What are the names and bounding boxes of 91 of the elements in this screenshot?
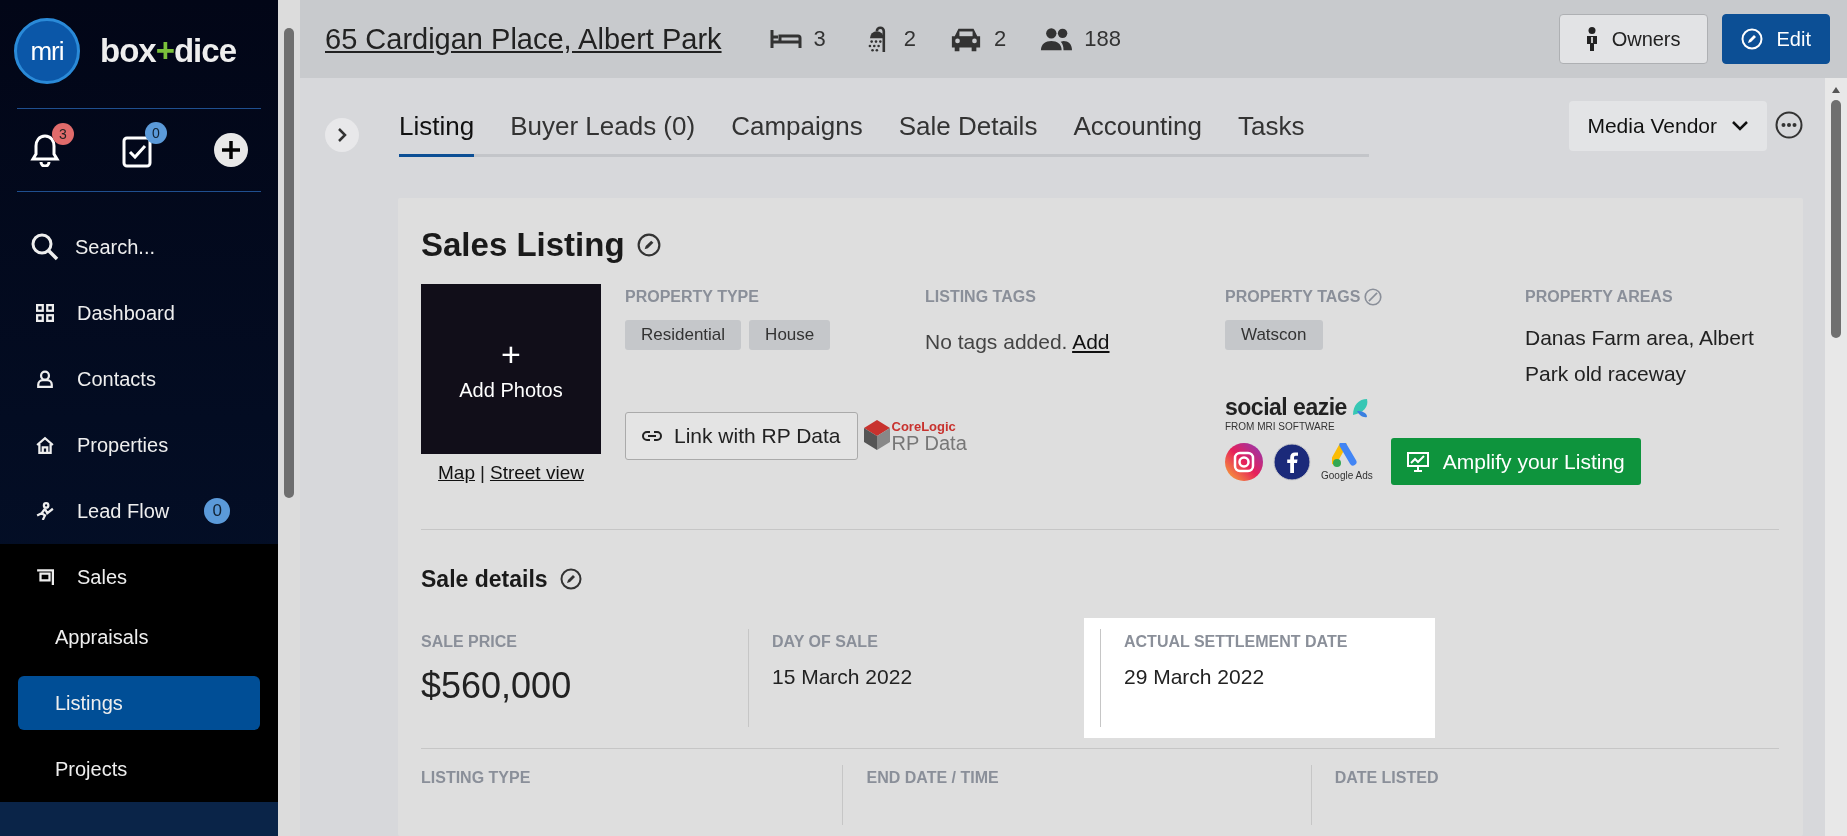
nav-item[interactable]: Lead Flow 0 — [0, 478, 278, 544]
nav-subitem[interactable]: Projects — [18, 742, 260, 796]
field-label: PROPERTY TYPE — [625, 288, 760, 306]
field-label: PROPERTY TAGS — [1225, 288, 1361, 306]
scroll-up-icon[interactable] — [1831, 86, 1841, 94]
tag-chip: Watscon — [1225, 320, 1323, 350]
edit-pencil-icon — [1740, 28, 1763, 50]
add-icon[interactable] — [214, 133, 248, 167]
corelogic-logo: CoreLogic RP Data — [863, 419, 967, 453]
edit-pencil-icon[interactable] — [559, 568, 582, 590]
nav-label: Search... — [75, 235, 156, 259]
scrollbar[interactable] — [1825, 78, 1847, 836]
stat-count: 2 — [994, 26, 1007, 52]
stat-count: 3 — [813, 26, 826, 52]
google-ads-logo: Google Ads — [1321, 442, 1373, 481]
tag-chip: Residential — [625, 320, 742, 350]
grid-icon — [36, 304, 54, 322]
field-value: 29 March 2022 — [1124, 665, 1266, 689]
running-person-icon — [36, 502, 54, 520]
nav-label: Sales — [77, 565, 128, 589]
nav-label: Properties — [77, 433, 169, 457]
nav-item[interactable]: Properties — [0, 412, 278, 478]
scrollbar-thumb[interactable] — [284, 28, 294, 498]
sign-icon — [36, 568, 54, 586]
link-rp-data-button[interactable]: Link with RP Data — [625, 412, 858, 460]
nav-subitem[interactable]: Appraisals — [18, 610, 260, 664]
field-label: LISTING TAGS — [925, 288, 1037, 306]
nav-subitem[interactable]: Listings — [18, 676, 260, 730]
add-tag-link[interactable]: Add — [1072, 330, 1110, 353]
tab[interactable]: Listing — [399, 103, 475, 157]
instagram-icon[interactable] — [1225, 442, 1263, 481]
street-view-link[interactable]: Street view — [489, 462, 584, 484]
count-badge: 0 — [204, 498, 231, 524]
separator: | — [480, 462, 485, 484]
tab[interactable]: Buyer Leads (0) — [510, 103, 696, 157]
owners-button[interactable]: Owners — [1558, 14, 1708, 64]
people-icon — [1040, 26, 1073, 52]
field-value: $560,000 — [421, 665, 572, 707]
field-label: DAY OF SALE — [772, 633, 879, 651]
tab[interactable]: Sale Details — [898, 103, 1038, 157]
field-label: LISTING TYPE — [421, 769, 532, 787]
link-icon — [642, 430, 662, 442]
field-label: END DATE / TIME — [866, 769, 1000, 787]
nav-item[interactable]: Dashboard — [0, 280, 278, 346]
nav-item[interactable]: Contacts — [0, 346, 278, 412]
address-link[interactable]: 65 Cardigan Place, Albert Park — [325, 22, 722, 56]
tab[interactable]: Accounting — [1073, 103, 1203, 157]
role-dropdown[interactable]: Media Vendor — [1569, 101, 1767, 151]
person-icon — [36, 370, 54, 388]
nav-item[interactable]: Sales — [0, 544, 278, 610]
nav-label: Dashboard — [77, 301, 175, 325]
nav-label: Contacts — [77, 367, 156, 391]
social-eazie-logo: social eazie FROM MRI SOFTWARE — [1225, 394, 1371, 432]
scrollbar[interactable] — [278, 0, 300, 836]
section-title: Sale details — [421, 565, 548, 593]
notification-badge: 3 — [52, 123, 74, 145]
chevron-down-icon — [1731, 120, 1749, 132]
task-badge: 0 — [145, 122, 167, 144]
tag-chip: House — [749, 320, 831, 350]
section-title: Sales Listing — [421, 226, 625, 264]
amplify-listing-button[interactable]: Amplify your Listing — [1390, 438, 1641, 485]
car-icon — [950, 26, 983, 52]
field-label: SALE PRICE — [421, 633, 518, 651]
nav-label: Lead Flow — [77, 499, 170, 523]
field-label: ACTUAL SETTLEMENT DATE — [1124, 633, 1348, 651]
property-areas-text: Danas Farm area, Albert Park old raceway — [1525, 325, 1755, 387]
edit-button[interactable]: Edit — [1721, 14, 1830, 64]
logo[interactable]: mri — [14, 18, 80, 84]
expand-panel-button[interactable] — [325, 118, 359, 152]
facebook-icon[interactable] — [1273, 442, 1311, 481]
tab[interactable]: Tasks — [1238, 103, 1305, 157]
scrollbar-thumb[interactable] — [1831, 100, 1841, 338]
field-label: PROPERTY AREAS — [1525, 288, 1674, 306]
house-icon — [36, 436, 54, 454]
brand-name: box+dice — [100, 32, 236, 70]
more-options-icon[interactable] — [1775, 111, 1803, 139]
field-value: 15 March 2022 — [772, 665, 913, 689]
stat-count: 188 — [1084, 26, 1122, 52]
stat-count: 2 — [903, 26, 917, 52]
empty-tags-text: No tags added. — [925, 330, 1068, 353]
chart-presentation-icon — [1406, 451, 1429, 472]
bell-icon[interactable] — [30, 133, 60, 167]
search-icon — [30, 232, 60, 262]
tab[interactable]: Campaigns — [731, 103, 863, 157]
edit-pencil-icon[interactable] — [636, 233, 661, 257]
person-icon — [1585, 27, 1598, 51]
field-label: DATE LISTED — [1334, 769, 1440, 787]
map-link[interactable]: Map — [438, 462, 475, 484]
chevron-right-icon — [336, 127, 348, 143]
nav-item[interactable]: Search... — [0, 214, 278, 280]
add-photos-button[interactable]: + Add Photos — [421, 284, 601, 454]
